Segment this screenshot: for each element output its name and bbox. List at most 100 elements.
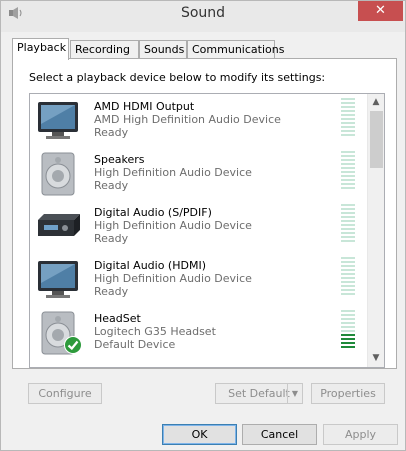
- level-meter-bar: [341, 183, 355, 185]
- receiver-icon: [38, 214, 80, 236]
- device-item-digital-audio-hdmi[interactable]: Digital Audio (HDMI) High Definition Aud…: [30, 253, 368, 306]
- level-meter-bar: [341, 134, 355, 136]
- scroll-down-arrow-icon[interactable]: ▼: [368, 350, 384, 367]
- monitor-icon: [38, 102, 78, 139]
- level-meter-bar: [341, 318, 355, 320]
- level-meter-bar: [341, 261, 355, 263]
- default-device-check-icon: [64, 336, 82, 354]
- level-meter: [341, 310, 355, 352]
- level-meter-bar: [341, 273, 355, 275]
- level-meter-bar: [341, 163, 355, 165]
- tab-recording[interactable]: Recording: [70, 40, 139, 59]
- device-description: High Definition Audio Device: [94, 219, 252, 232]
- level-meter: [341, 98, 355, 140]
- level-meter-bar: [341, 338, 355, 340]
- device-description: Logitech G35 Headset: [94, 325, 216, 338]
- vertical-scrollbar[interactable]: ▲ ▼: [367, 94, 384, 367]
- device-description: AMD High Definition Audio Device: [94, 113, 281, 126]
- configure-button-label: Configure: [38, 387, 92, 400]
- device-status: Ready: [94, 126, 129, 139]
- scroll-thumb[interactable]: [370, 111, 383, 168]
- level-meter: [341, 204, 355, 246]
- level-meter-bar: [341, 322, 355, 324]
- instruction-text: Select a playback device below to modify…: [29, 71, 326, 84]
- level-meter-bar: [341, 155, 355, 157]
- level-meter-bar: [341, 204, 355, 206]
- device-name: AMD HDMI Output: [94, 100, 195, 113]
- level-meter-bar: [341, 330, 355, 332]
- level-meter-bar: [341, 232, 355, 234]
- device-name: HeadSet: [94, 312, 141, 325]
- ok-button[interactable]: OK: [162, 424, 237, 445]
- level-meter-bar: [341, 159, 355, 161]
- level-meter-bar: [341, 228, 355, 230]
- level-meter-bar: [341, 175, 355, 177]
- properties-button-label: Properties: [320, 387, 376, 400]
- tab-playback[interactable]: Playback: [12, 38, 69, 60]
- level-meter-bar: [341, 130, 355, 132]
- level-meter-bar: [341, 269, 355, 271]
- window-title: Sound: [180, 5, 226, 21]
- device-status: Default Device: [94, 338, 176, 351]
- level-meter-bar: [341, 216, 355, 218]
- level-meter-bar: [341, 289, 355, 291]
- cancel-button[interactable]: Cancel: [242, 424, 317, 445]
- level-meter-bar: [341, 314, 355, 316]
- level-meter-bar: [341, 326, 355, 328]
- sound-dialog: Sound ✕ Playback Recording Sounds Commun…: [0, 0, 406, 451]
- close-icon: ✕: [375, 3, 386, 18]
- level-meter-bar: [341, 118, 355, 120]
- title-bar[interactable]: Sound ✕: [1, 1, 405, 32]
- device-name: Speakers: [94, 153, 145, 166]
- ok-button-label: OK: [191, 428, 208, 441]
- close-button[interactable]: ✕: [358, 1, 403, 21]
- level-meter-bar: [341, 342, 355, 344]
- level-meter-bar: [341, 106, 355, 108]
- device-item-headset[interactable]: HeadSet Logitech G35 Headset Default Dev…: [30, 306, 368, 359]
- set-default-button-label: Set Default: [228, 387, 290, 400]
- scroll-up-arrow-icon[interactable]: ▲: [368, 94, 384, 111]
- level-meter-bar: [341, 240, 355, 242]
- level-meter-bar: [341, 126, 355, 128]
- apply-button-label: Apply: [344, 428, 377, 441]
- cancel-button-label: Cancel: [260, 428, 299, 441]
- level-meter-bar: [341, 281, 355, 283]
- device-status: Ready: [94, 179, 129, 192]
- level-meter-bar: [341, 187, 355, 189]
- level-meter-bar: [341, 98, 355, 100]
- device-status: Ready: [94, 232, 129, 245]
- device-item-speakers[interactable]: Speakers High Definition Audio Device Re…: [30, 147, 368, 200]
- set-default-button[interactable]: Set Default ▼: [215, 383, 303, 404]
- monitor-icon: [38, 261, 78, 298]
- level-meter-bar: [341, 293, 355, 295]
- device-description: High Definition Audio Device: [94, 272, 252, 285]
- level-meter-bar: [341, 285, 355, 287]
- configure-button[interactable]: Configure: [28, 383, 102, 404]
- speaker-icon: [41, 152, 75, 196]
- level-meter-bar: [341, 171, 355, 173]
- level-meter-bar: [341, 151, 355, 153]
- tab-communications[interactable]: Communications: [187, 40, 284, 59]
- properties-button[interactable]: Properties: [311, 383, 385, 404]
- level-meter-bar: [341, 257, 355, 259]
- level-meter-bar: [341, 110, 355, 112]
- device-name: Digital Audio (HDMI): [94, 259, 206, 272]
- tab-sounds[interactable]: Sounds: [139, 40, 187, 59]
- device-status: Ready: [94, 285, 129, 298]
- level-meter-bar: [341, 334, 355, 336]
- device-list[interactable]: AMD HDMI Output AMD High Definition Audi…: [29, 93, 385, 368]
- device-name: Digital Audio (S/PDIF): [94, 206, 212, 219]
- level-meter-bar: [341, 212, 355, 214]
- level-meter-bar: [341, 236, 355, 238]
- level-meter-bar: [341, 102, 355, 104]
- level-meter-bar: [341, 179, 355, 181]
- device-item-digital-audio-spdif[interactable]: Digital Audio (S/PDIF) High Definition A…: [30, 200, 368, 253]
- device-item-amd-hdmi-output[interactable]: AMD HDMI Output AMD High Definition Audi…: [30, 94, 368, 147]
- apply-button[interactable]: Apply: [323, 424, 398, 445]
- chevron-down-icon[interactable]: ▼: [287, 384, 302, 403]
- level-meter-bar: [341, 224, 355, 226]
- level-meter-bar: [341, 277, 355, 279]
- level-meter-bar: [341, 208, 355, 210]
- level-meter-bar: [341, 114, 355, 116]
- level-meter: [341, 151, 355, 193]
